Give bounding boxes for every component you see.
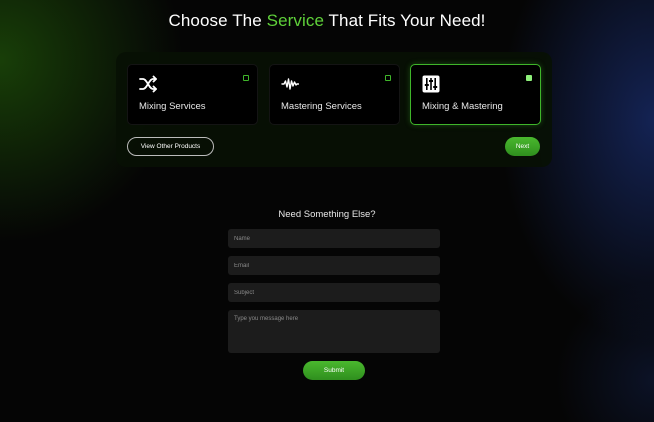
service-label: Mixing Services — [139, 101, 206, 112]
service-card-mastering[interactable]: Mastering Services — [269, 64, 400, 125]
submit-button[interactable]: Submit — [303, 361, 365, 380]
service-label: Mastering Services — [281, 101, 362, 112]
message-field[interactable] — [228, 310, 440, 353]
service-checkbox[interactable] — [385, 75, 391, 81]
title-prefix: Choose The — [168, 11, 267, 30]
view-other-products-button[interactable]: View Other Products — [127, 137, 214, 156]
contact-title: Need Something Else? — [278, 209, 376, 220]
next-button[interactable]: Next — [505, 137, 540, 156]
service-selector-panel: Mixing Services Mastering Services Mixin… — [116, 52, 552, 167]
title-suffix: That Fits Your Need! — [324, 11, 486, 30]
service-checkbox[interactable] — [526, 75, 532, 81]
page-title: Choose The Service That Fits Your Need! — [0, 11, 654, 31]
email-field[interactable] — [228, 256, 440, 275]
service-label: Mixing & Mastering — [422, 101, 503, 112]
name-field[interactable] — [228, 229, 440, 248]
shuffle-icon — [139, 75, 157, 93]
subject-field[interactable] — [228, 283, 440, 302]
service-card-mixing-mastering[interactable]: Mixing & Mastering — [410, 64, 541, 125]
mixer-sliders-icon — [422, 75, 440, 93]
service-checkbox[interactable] — [243, 75, 249, 81]
title-accent: Service — [266, 11, 325, 30]
service-card-mixing[interactable]: Mixing Services — [127, 64, 258, 125]
waveform-icon — [281, 78, 299, 90]
